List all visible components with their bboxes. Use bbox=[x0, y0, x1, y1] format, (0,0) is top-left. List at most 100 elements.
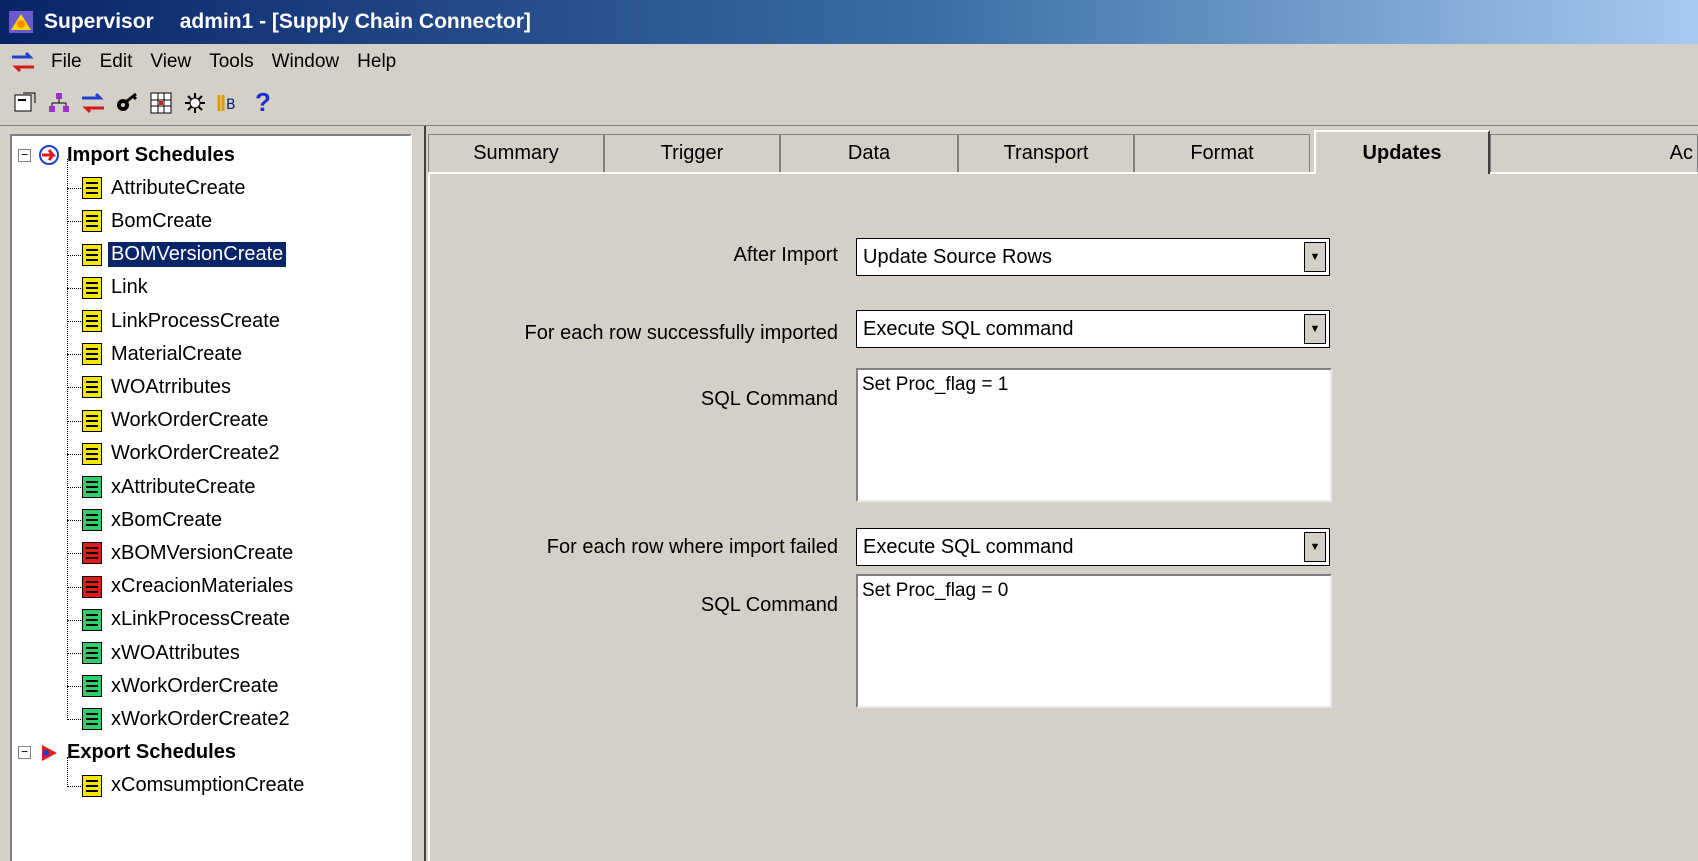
settings-icon[interactable] bbox=[178, 86, 212, 120]
connector-menu-icon[interactable] bbox=[10, 50, 36, 74]
export-schedules-icon bbox=[37, 741, 61, 765]
title-bar[interactable]: Supervisor admin1 - [Supply Chain Connec… bbox=[0, 0, 1698, 44]
tree-item-label: xComsumptionCreate bbox=[111, 774, 305, 797]
tree-item[interactable]: xWorkOrderCreate2 bbox=[67, 704, 293, 734]
tree-item-label: xWorkOrderCreate2 bbox=[111, 707, 290, 730]
tree-item-label: MaterialCreate bbox=[111, 342, 243, 365]
tree-item[interactable]: xWorkOrderCreate bbox=[67, 671, 281, 701]
tree-group-label: Import Schedules bbox=[67, 143, 235, 166]
after-import-label: After Import bbox=[733, 244, 838, 266]
after-import-select[interactable]: Update Source Rows ▼ bbox=[856, 238, 1330, 276]
tree-connector bbox=[67, 686, 81, 688]
schedule-doc-icon bbox=[82, 409, 102, 432]
tree-connector bbox=[67, 719, 81, 721]
import-schedules-icon bbox=[37, 143, 61, 167]
tree-group-import[interactable]: − Import Schedules bbox=[18, 140, 235, 170]
tree-group-export[interactable]: − Export Schedules bbox=[18, 738, 236, 768]
menu-file[interactable]: File bbox=[42, 51, 91, 73]
tree-item[interactable]: xAttributeCreate bbox=[67, 472, 259, 502]
tree-item[interactable]: AttributeCreate bbox=[67, 173, 249, 203]
collapse-icon[interactable]: − bbox=[18, 148, 31, 162]
schedule-doc-icon bbox=[82, 442, 102, 465]
tab-strip: Summary Trigger Data Transport Format Up… bbox=[428, 128, 1698, 174]
schedule-icon[interactable]: B bbox=[212, 86, 246, 120]
schedule-doc-icon bbox=[82, 542, 102, 565]
tree-connector bbox=[67, 287, 81, 289]
tree-connector bbox=[67, 453, 81, 455]
tree-item[interactable]: MaterialCreate bbox=[67, 339, 245, 369]
tree-item[interactable]: LinkProcessCreate bbox=[67, 306, 283, 336]
schedule-tree[interactable]: − Import Schedules AttributeCreate BomCreat… bbox=[10, 134, 412, 861]
sql-command-field-2[interactable]: Set Proc_flag = 0 bbox=[856, 574, 1332, 708]
tab-updates-label: Updates bbox=[1362, 141, 1442, 164]
tree-item[interactable]: xWOAttributes bbox=[67, 638, 243, 668]
schedule-doc-icon bbox=[82, 343, 102, 366]
key-icon[interactable] bbox=[110, 86, 144, 120]
failed-action-select[interactable]: Execute SQL command ▼ bbox=[856, 528, 1330, 566]
chevron-down-icon[interactable]: ▼ bbox=[1304, 242, 1326, 272]
menu-edit[interactable]: Edit bbox=[91, 51, 142, 73]
tree-item[interactable]: BOMVersionCreate bbox=[67, 240, 287, 270]
grid-icon[interactable] bbox=[144, 86, 178, 120]
tab-trigger-label: Trigger bbox=[660, 142, 724, 164]
menu-tools[interactable]: Tools bbox=[200, 51, 262, 73]
tree-item-label: xBOMVersionCreate bbox=[111, 541, 294, 564]
window-app-name: Supervisor bbox=[44, 10, 154, 33]
tree-item[interactable]: xLinkProcessCreate bbox=[67, 605, 293, 635]
tree-item-label: xBomCreate bbox=[111, 508, 223, 531]
tree-item-label: xCreacionMateriales bbox=[111, 575, 294, 598]
schedule-doc-icon bbox=[82, 708, 102, 731]
tree-branch-line bbox=[67, 756, 68, 787]
tree-item[interactable]: WorkOrderCreate2 bbox=[67, 439, 283, 469]
schedule-doc-icon bbox=[82, 376, 102, 399]
tree-group-label: Export Schedules bbox=[67, 741, 236, 764]
schedule-doc-icon bbox=[82, 642, 102, 664]
tree-connector bbox=[67, 785, 81, 787]
tree-item[interactable]: BomCreate bbox=[67, 206, 215, 236]
tree-item-label: WorkOrderCreate2 bbox=[111, 442, 280, 465]
tree-item[interactable]: Link bbox=[67, 273, 151, 303]
hierarchy-icon[interactable] bbox=[42, 86, 76, 120]
tree-item[interactable]: xComsumptionCreate bbox=[67, 771, 307, 801]
tab-actions[interactable]: Ac bbox=[1490, 134, 1698, 172]
menu-view[interactable]: View bbox=[141, 51, 200, 73]
properties-icon[interactable] bbox=[8, 86, 42, 120]
menu-window[interactable]: Window bbox=[263, 51, 349, 73]
tab-summary[interactable]: Summary bbox=[428, 134, 604, 172]
tree-item-label: WOAtrributes bbox=[111, 375, 232, 398]
sql-command-field-1[interactable]: Set Proc_flag = 1 bbox=[856, 368, 1332, 502]
schedule-doc-icon bbox=[82, 675, 102, 698]
tab-transport-label: Transport bbox=[1003, 142, 1089, 164]
tab-format[interactable]: Format bbox=[1134, 134, 1310, 172]
tree-connector bbox=[67, 553, 81, 555]
success-action-value: Execute SQL command bbox=[863, 317, 1074, 340]
chevron-down-icon[interactable]: ▼ bbox=[1304, 314, 1326, 344]
schedule-doc-icon bbox=[82, 177, 102, 200]
tree-connector bbox=[67, 221, 81, 223]
tab-transport[interactable]: Transport bbox=[958, 134, 1134, 172]
collapse-icon[interactable]: − bbox=[18, 746, 31, 760]
panel-splitter[interactable] bbox=[412, 126, 426, 861]
tree-item-label: WorkOrderCreate bbox=[111, 409, 269, 432]
tree-item[interactable]: WorkOrderCreate bbox=[67, 406, 271, 436]
tree-item[interactable]: xCreacionMateriales bbox=[67, 572, 296, 602]
tab-trigger[interactable]: Trigger bbox=[604, 134, 780, 172]
tab-updates[interactable]: Updates bbox=[1314, 130, 1490, 174]
tree-item-label: BOMVersionCreate bbox=[108, 242, 287, 268]
after-import-value: Update Source Rows bbox=[863, 245, 1052, 268]
tree-item[interactable]: xBOMVersionCreate bbox=[67, 538, 296, 568]
tab-format-label: Format bbox=[1190, 142, 1254, 164]
tab-data[interactable]: Data bbox=[780, 134, 958, 172]
schedule-doc-icon bbox=[82, 210, 102, 233]
menu-help[interactable]: Help bbox=[348, 51, 405, 73]
chevron-down-icon[interactable]: ▼ bbox=[1304, 532, 1326, 562]
tree-item[interactable]: xBomCreate bbox=[67, 505, 225, 535]
help-icon[interactable]: ? bbox=[246, 86, 280, 120]
sql-command-label-2: SQL Command bbox=[700, 594, 838, 616]
connector-icon[interactable] bbox=[76, 86, 110, 120]
success-action-select[interactable]: Execute SQL command ▼ bbox=[856, 310, 1330, 348]
tree-item[interactable]: WOAtrributes bbox=[67, 372, 234, 402]
schedule-doc-icon bbox=[82, 575, 102, 598]
success-action-label: For each row successfully imported bbox=[524, 322, 838, 344]
tree-connector bbox=[67, 354, 81, 356]
